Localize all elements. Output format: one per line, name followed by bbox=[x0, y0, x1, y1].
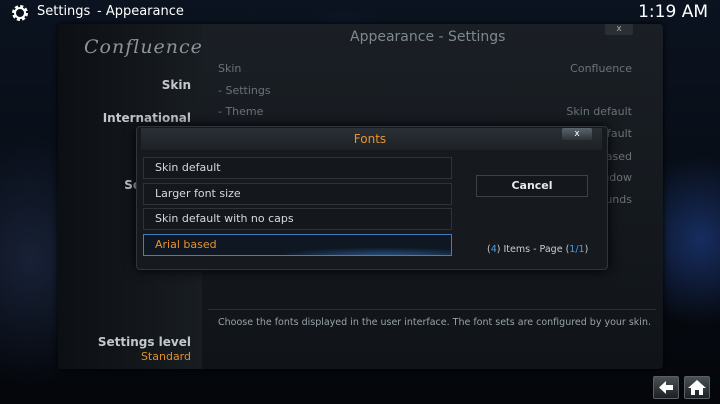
panel-close-button[interactable]: x bbox=[605, 24, 633, 35]
font-option-arial[interactable]: Arial based bbox=[143, 234, 452, 256]
breadcrumb-appearance: - Appearance bbox=[97, 4, 184, 19]
settings-level-value: Standard bbox=[140, 350, 191, 363]
breadcrumb-settings: Settings bbox=[37, 4, 91, 19]
setting-row-settings-label[interactable]: - Settings bbox=[218, 84, 271, 97]
confluence-logo: Confluence bbox=[84, 36, 203, 58]
divider bbox=[208, 309, 656, 310]
dialog-close-button[interactable]: x bbox=[562, 128, 592, 140]
page-info-text: Items - Page bbox=[503, 244, 563, 255]
settings-level-label[interactable]: Settings level bbox=[98, 335, 191, 349]
item-count: 4 bbox=[490, 244, 497, 255]
cancel-button[interactable]: Cancel bbox=[476, 175, 588, 197]
setting-row-theme-value: Skin default bbox=[566, 105, 632, 118]
gear-icon bbox=[12, 5, 28, 21]
clock: 1:19 AM bbox=[638, 2, 708, 22]
setting-row-partial-2: ased bbox=[605, 150, 632, 163]
setting-row-skin-label[interactable]: Skin bbox=[218, 62, 241, 75]
setting-row-partial-4: unds bbox=[605, 193, 632, 206]
page-number: 1/1 bbox=[569, 244, 585, 255]
back-arrow-icon bbox=[659, 381, 673, 394]
panel-title: Appearance - Settings bbox=[350, 29, 506, 45]
back-button[interactable] bbox=[653, 376, 679, 399]
home-icon bbox=[688, 380, 706, 395]
setting-description: Choose the fonts displayed in the user i… bbox=[218, 317, 651, 328]
sidebar-item-international[interactable]: International bbox=[103, 111, 191, 125]
font-option-skin-default[interactable]: Skin default bbox=[143, 157, 452, 179]
home-button[interactable] bbox=[684, 376, 710, 399]
page-info: (4) Items - Page (1/1) bbox=[487, 244, 589, 255]
font-option-no-caps[interactable]: Skin default with no caps bbox=[143, 208, 452, 230]
setting-row-theme-label[interactable]: - Theme bbox=[218, 105, 263, 118]
setting-row-skin-value: Confluence bbox=[570, 62, 632, 75]
sidebar-item-skin[interactable]: Skin bbox=[162, 78, 191, 92]
font-option-larger[interactable]: Larger font size bbox=[143, 183, 452, 205]
dialog-title: Fonts bbox=[353, 132, 387, 146]
top-bar: Settings - Appearance 1:19 AM bbox=[0, 0, 720, 26]
